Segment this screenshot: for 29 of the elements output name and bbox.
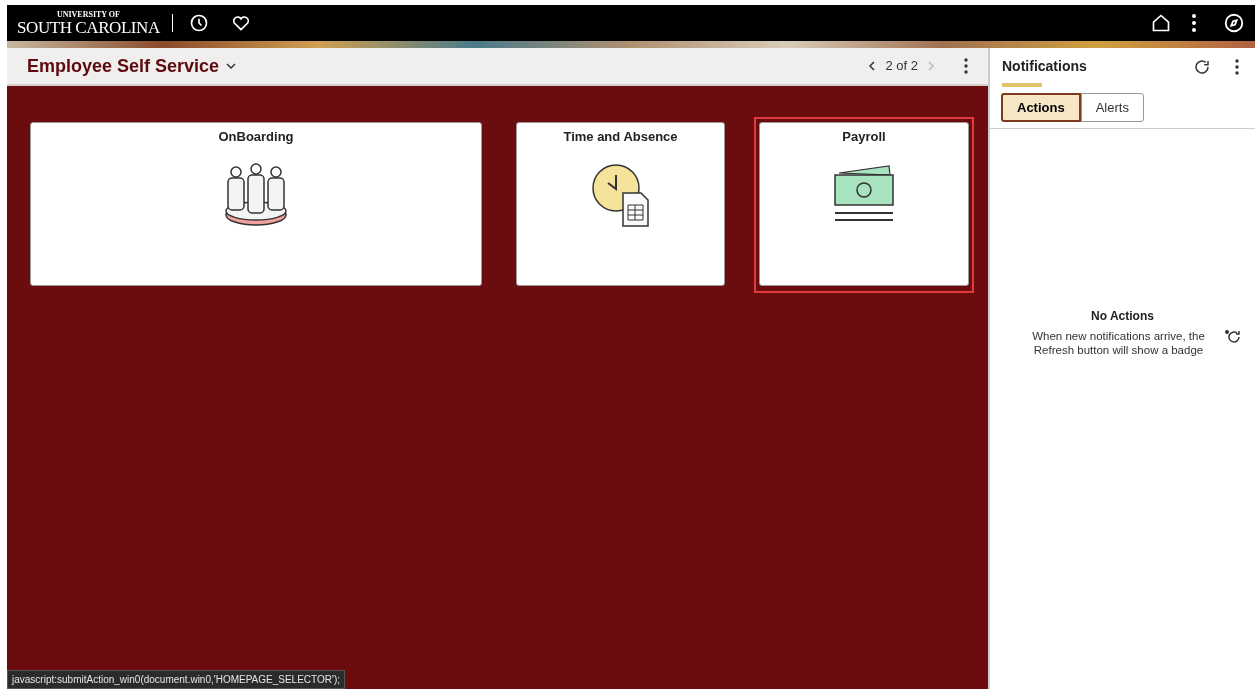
university-logo: UNIVERSITY OF SOUTH CAROLINA [17,10,160,36]
tab[interactable]: Actions [1001,93,1081,122]
tile[interactable]: OnBoarding [30,122,482,286]
tile[interactable]: Time and Absence [516,122,725,286]
home-icon[interactable] [1151,13,1171,33]
tile-title: Payroll [842,128,886,146]
tab[interactable]: Alerts [1080,93,1144,122]
refresh-icon[interactable] [1193,57,1211,76]
recent-icon[interactable] [188,13,209,33]
tile-title: OnBoarding [218,128,294,146]
refresh-badge-icon [1223,329,1242,343]
tile-title: Time and Absence [563,128,678,146]
empty-title: No Actions [1091,308,1154,325]
empty-message: When new notifications arrive, the Refresh button will show a badge [1031,329,1206,357]
favorites-icon[interactable] [230,13,251,33]
people-icon [224,162,288,229]
panel-title: Notifications [1002,57,1087,76]
chevron-icon [225,60,238,72]
previous-icon[interactable] [867,60,878,72]
more-icon[interactable] [964,58,968,74]
navigator-icon[interactable] [1223,12,1245,34]
more-icon[interactable] [1191,13,1197,33]
page-indicator: 2 of 2 [885,57,918,76]
tile[interactable]: Payroll [759,122,969,286]
clock-document-icon [590,162,651,229]
status-bar: javascript:submitAction_win0(document.win0,'HOMEPAGE_SELECTOR'); [7,670,345,689]
money-icon [833,162,895,223]
more-icon[interactable] [1235,58,1239,75]
homepage-selector[interactable]: Employee Self Service [27,52,238,80]
